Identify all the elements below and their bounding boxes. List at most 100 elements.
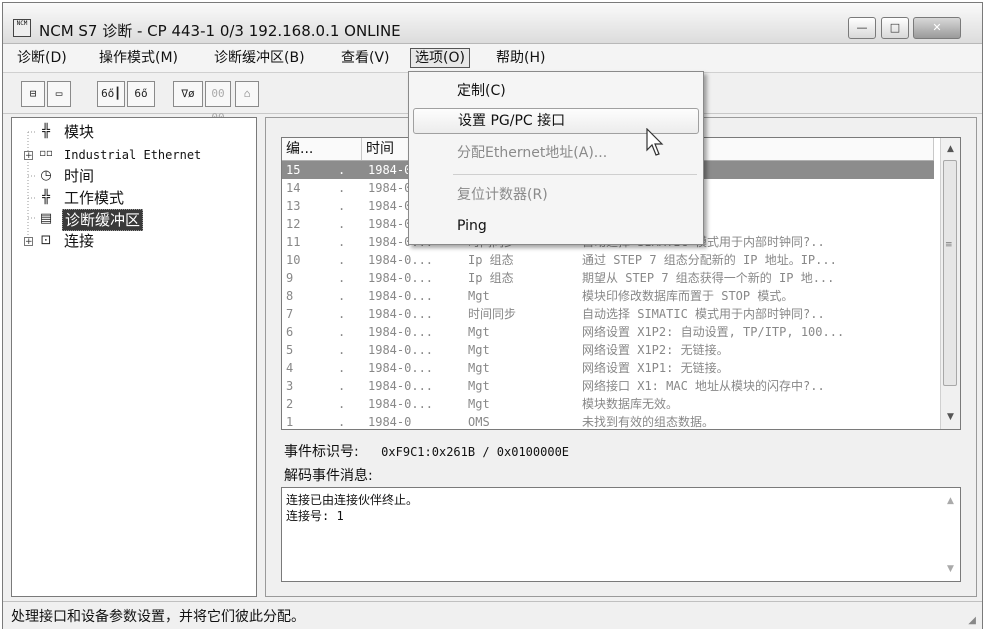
event-number: 14 [286, 181, 301, 195]
connection-icon: ⊡ [40, 233, 52, 248]
tree-item-label: 时间 [64, 167, 95, 185]
filter-button[interactable]: ∇ø [173, 81, 203, 107]
event-dot: . [338, 325, 346, 339]
scroll-up-icon[interactable]: ▲ [944, 494, 957, 508]
scroll-thumb[interactable] [943, 160, 957, 386]
event-type: 时间同步 [468, 307, 517, 321]
event-number: 3 [286, 379, 294, 393]
event-time: 1984-0... [368, 289, 434, 303]
event-time: 1984-0... [368, 253, 434, 267]
event-message: 通过 STEP 7 组态分配新的 IP 地址。IP... [582, 253, 837, 267]
event-time: 1984-0... [368, 343, 434, 357]
resize-grip-icon[interactable]: ◢ [968, 615, 976, 626]
menu-item-reset-counters[interactable]: 复位计数器(R) [413, 182, 699, 208]
menu-view[interactable]: 查看(V) [337, 48, 394, 68]
event-number: 10 [286, 253, 301, 267]
counter-button[interactable]: 00 00 [205, 81, 231, 124]
options-dropdown-menu: 定制(C) 设置 PG/PC 接口 分配Ethernet地址(A)... 复位计… [408, 71, 704, 245]
menu-diagnostics[interactable]: 诊断(D) [13, 48, 71, 68]
minimize-icon: — [856, 21, 868, 34]
menu-options[interactable]: 选项(O) [410, 48, 470, 68]
tree-item-industrial-ethernet[interactable]: + ▫▫ Industrial Ethernet [12, 145, 252, 165]
table-row[interactable]: 10 . 1984-0... Ip 组态 通过 STEP 7 组态分配新的 IP… [282, 251, 934, 269]
maximize-button[interactable]: □ [881, 17, 909, 39]
decoded-message-box[interactable]: 连接已由连接伙伴终止。 连接号: 1 ▲ ▼ [281, 487, 961, 582]
window-title: NCM S7 诊断 - CP 443-1 0/3 192.168.0.1 ONL… [39, 22, 401, 40]
table-row[interactable]: 6 . 1984-0... Mgt 网络设置 X1P2: 自动设置, TP/IT… [282, 323, 934, 341]
event-number: 12 [286, 217, 301, 231]
event-message: 网络设置 X1P1: 无链接。 [582, 361, 729, 375]
navigation-tree[interactable]: ╬ 模块 + ▫▫ Industrial Ethernet ◷ 时间 ╬ 工作模… [11, 117, 257, 597]
event-message: 自动选择 SIMATIC 模式用于内部时钟同?.. [582, 307, 825, 321]
mouse-cursor-icon [646, 128, 664, 156]
app-icon: NCM [13, 19, 31, 37]
goggles-button[interactable]: 6ő [127, 81, 155, 107]
tree-item-time[interactable]: ◷ 时间 [12, 166, 252, 186]
table-row[interactable]: 9 . 1984-0... Ip 组态 期望从 STEP 7 组态获得一个新的 … [282, 269, 934, 287]
tree-item-diagnostic-buffer[interactable]: ▤ 诊断缓冲区 [12, 209, 252, 231]
table-row[interactable]: 8 . 1984-0... Mgt 模块印修改数据库而置于 STOP 模式。 [282, 287, 934, 305]
menu-bar: 诊断(D) 操作模式(M) 诊断缓冲区(B) 查看(V) 选项(O) 帮助(H) [3, 44, 982, 73]
decoded-message-label: 解码事件消息: [284, 468, 373, 484]
event-time: 1984-0... [368, 325, 434, 339]
title-bar[interactable]: NCM NCM S7 诊断 - CP 443-1 0/3 192.168.0.1… [3, 3, 982, 44]
event-id-label: 事件标识号: [284, 444, 359, 460]
event-type: Mgt [468, 397, 490, 411]
event-message: 网络设置 X1P2: 自动设置, TP/ITP, 100... [582, 325, 845, 339]
event-number: 1 [286, 415, 294, 429]
event-time: 1984-0... [368, 397, 434, 411]
table-row[interactable]: 5 . 1984-0... Mgt 网络设置 X1P2: 无链接。 [282, 341, 934, 359]
event-dot: . [338, 361, 346, 375]
diagnostics-doc-button[interactable]: ⌂ [235, 81, 259, 107]
event-id-value: 0xF9C1:0x261B / 0x0100000E [381, 445, 570, 459]
event-dot: . [338, 379, 346, 393]
menu-help[interactable]: 帮助(H) [492, 48, 549, 68]
event-message: 网络接口 X1: MAC 地址从模块的闪存中?.. [582, 379, 825, 393]
menu-item-customize[interactable]: 定制(C) [413, 78, 699, 104]
menu-operating-mode[interactable]: 操作模式(M) [95, 48, 182, 68]
event-time: 1984-0... [368, 271, 434, 285]
event-dot: . [338, 271, 346, 285]
event-number: 6 [286, 325, 294, 339]
clock-icon: ◷ [40, 168, 52, 183]
status-bar: 处理接口和设备参数设置，并将它们彼此分配。 ◢ [3, 601, 982, 629]
table-row[interactable]: 3 . 1984-0... Mgt 网络接口 X1: MAC 地址从模块的闪存中… [282, 377, 934, 395]
module-icon: ╬ [42, 124, 50, 139]
scroll-down-icon[interactable]: ▼ [944, 562, 957, 576]
minimize-button[interactable]: — [848, 17, 876, 39]
close-button[interactable]: ✕ [913, 17, 961, 39]
event-dot: . [338, 217, 346, 231]
scroll-up-icon[interactable]: ▲ [944, 142, 957, 156]
scroll-down-icon[interactable]: ▼ [944, 410, 957, 424]
menu-diagnostic-buffer[interactable]: 诊断缓冲区(B) [210, 48, 309, 68]
maximize-icon: □ [889, 21, 901, 34]
event-type: Mgt [468, 343, 490, 357]
event-type: Mgt [468, 361, 490, 375]
table-row[interactable]: 4 . 1984-0... Mgt 网络设置 X1P1: 无链接。 [282, 359, 934, 377]
module-icon: ╬ [42, 190, 50, 205]
table-row[interactable]: 2 . 1984-0... Mgt 模块数据库无效。 [282, 395, 934, 413]
event-message: 模块数据库无效。 [582, 397, 679, 411]
status-text: 处理接口和设备参数设置，并将它们彼此分配。 [11, 609, 305, 625]
tree-item-connections[interactable]: + ⊡ 连接 [12, 231, 252, 251]
event-dot: . [338, 307, 346, 321]
column-header-number[interactable]: 编... [282, 138, 362, 160]
pg-interface-button[interactable]: ▭ [47, 81, 71, 107]
tree-item-label: 连接 [64, 232, 95, 250]
expand-icon[interactable]: + [24, 151, 33, 161]
menu-item-ping[interactable]: Ping [413, 213, 699, 239]
scroll-grip-icon: ≡ [945, 240, 953, 250]
event-list-scrollbar[interactable]: ▲ ≡ ▼ [940, 138, 960, 429]
event-time: 1984-0... [368, 307, 434, 321]
network-station-button[interactable]: ⊟ [21, 81, 45, 107]
tree-item-operating-mode[interactable]: ╬ 工作模式 [12, 188, 252, 208]
goggles-online-button[interactable]: 6ő┃ [97, 81, 125, 107]
event-type: OMS [468, 415, 490, 429]
tree-item-label: 模块 [64, 123, 95, 141]
table-row[interactable]: 1 . 1984-0 OMS 未找到有效的组态数据。 [282, 413, 934, 429]
table-row[interactable]: 7 . 1984-0... 时间同步 自动选择 SIMATIC 模式用于内部时钟… [282, 305, 934, 323]
expand-icon[interactable]: + [24, 237, 33, 247]
message-scrollbar[interactable]: ▲ ▼ [941, 488, 960, 581]
event-number: 13 [286, 199, 301, 213]
tree-item-module[interactable]: ╬ 模块 [12, 122, 252, 142]
